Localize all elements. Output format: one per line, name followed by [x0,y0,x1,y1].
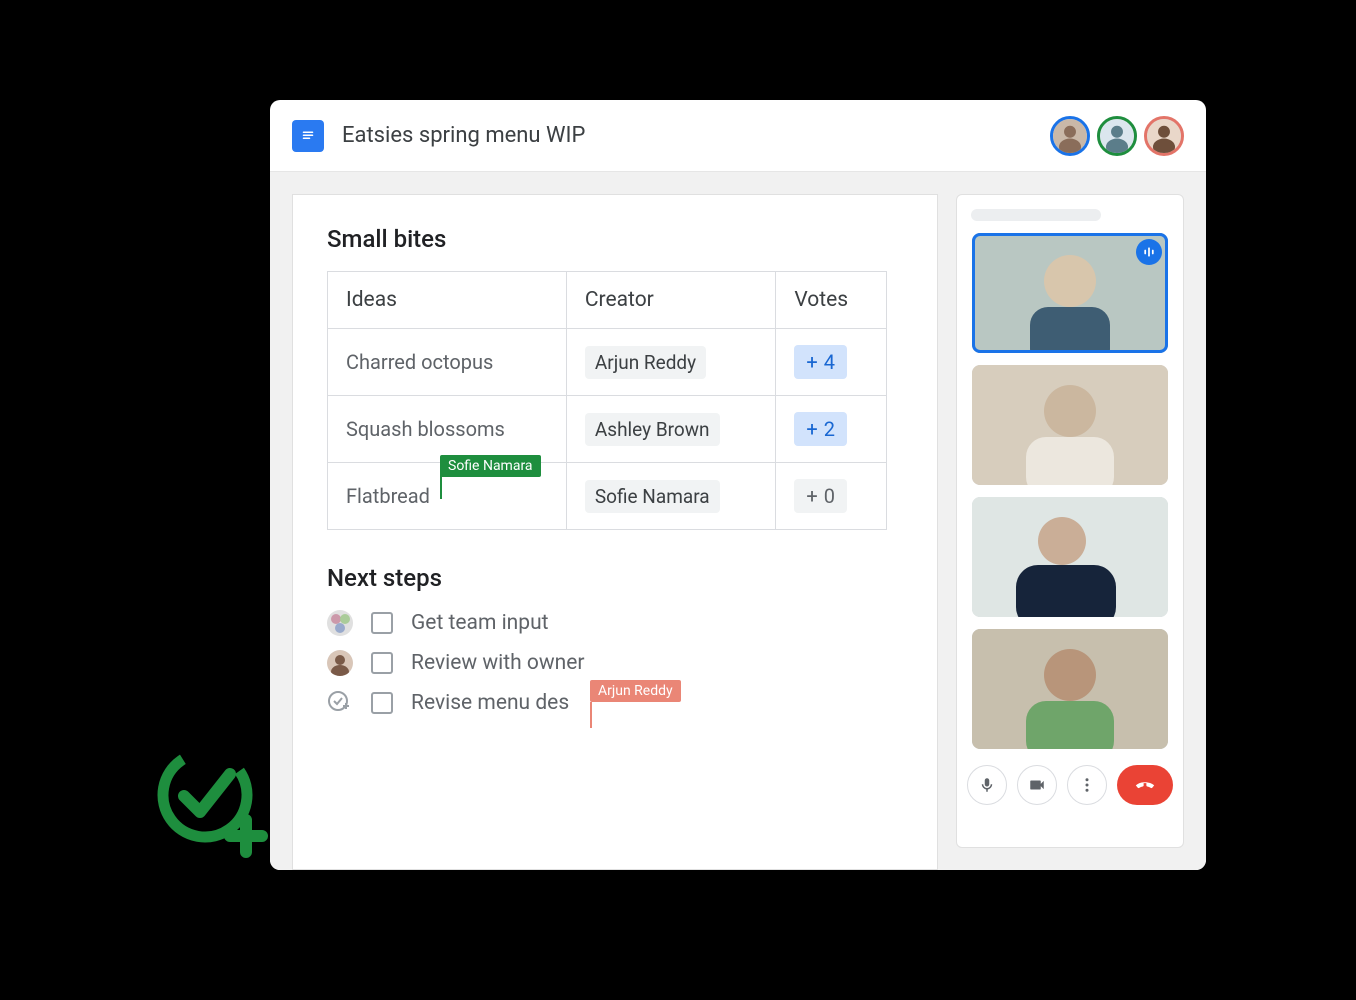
table-row[interactable]: Squash blossoms Ashley Brown +2 [328,396,887,463]
vote-count: 0 [824,484,835,508]
task-text[interactable]: Revise menu des [411,691,569,715]
assignee-group-icon[interactable] [327,610,353,636]
mic-icon [978,776,996,794]
task-checkbox[interactable] [371,692,393,714]
table-row[interactable]: Charred octopus Arjun Reddy +4 [328,329,887,396]
heading-next-steps[interactable]: Next steps [327,564,903,592]
task-text[interactable]: Get team input [411,611,549,635]
meet-title-placeholder [971,209,1101,221]
creator-cell[interactable]: Ashley Brown [566,396,775,463]
collaborator-cursor: Arjun Reddy [590,680,681,699]
header-bar: Eatsies spring menu WIP [270,100,1206,172]
cursor-flag: Sofie Namara [440,455,541,477]
meet-panel [956,194,1184,848]
creator-chip[interactable]: Ashley Brown [585,413,720,446]
plus-icon: + [806,350,817,374]
document-page[interactable]: Small bites Ideas Creator Votes Charred … [292,194,938,870]
document-title[interactable]: Eatsies spring menu WIP [342,123,1032,148]
task-row[interactable]: Get team input [327,610,903,636]
cursor-caret [440,473,442,499]
meet-video-tile[interactable] [972,497,1168,617]
collaborator-cursor: Sofie Namara [440,451,541,475]
col-ideas[interactable]: Ideas [328,272,567,329]
docs-app-icon [292,120,324,152]
presence-avatar[interactable] [1050,116,1090,156]
presence-strip [1050,116,1184,156]
meet-controls [967,765,1173,805]
idea-cell[interactable]: Flatbread Sofie Namara [328,463,567,530]
body: Small bites Ideas Creator Votes Charred … [270,172,1206,870]
cursor-caret [590,702,592,728]
more-vertical-icon [1078,776,1096,794]
camera-icon [1028,776,1046,794]
plus-icon: + [806,417,817,441]
task-checkbox[interactable] [371,612,393,634]
col-votes[interactable]: Votes [776,272,887,329]
assignee-avatar[interactable] [327,650,353,676]
cursor-flag: Arjun Reddy [590,680,681,702]
docs-window: Eatsies spring menu WIP Small bites Idea… [270,100,1206,870]
task-checkbox[interactable] [371,652,393,674]
presence-avatar[interactable] [1144,116,1184,156]
creator-chip[interactable]: Sofie Namara [585,480,720,513]
checklist: Get team input Review with owner [327,610,903,716]
votes-cell[interactable]: +2 [776,396,887,463]
checkmark-plus-badge-icon [150,740,270,860]
vote-count: 2 [824,417,835,441]
camera-button[interactable] [1017,765,1057,805]
hangup-button[interactable] [1117,765,1173,805]
votes-cell[interactable]: +0 [776,463,887,530]
task-row[interactable]: Revise menu des Arjun Reddy [327,690,903,716]
table-row[interactable]: Flatbread Sofie Namara Sofie Namara +0 [328,463,887,530]
col-creator[interactable]: Creator [566,272,775,329]
task-row[interactable]: Review with owner [327,650,903,676]
vote-count: 4 [824,350,835,374]
speaking-indicator-icon [1136,239,1162,265]
more-options-button[interactable] [1067,765,1107,805]
meet-video-tile[interactable] [972,365,1168,485]
vote-chip[interactable]: +0 [794,479,847,513]
creator-cell[interactable]: Sofie Namara [566,463,775,530]
meet-video-tile[interactable] [972,629,1168,749]
creator-cell[interactable]: Arjun Reddy [566,329,775,396]
vote-chip[interactable]: +2 [794,412,847,446]
mic-button[interactable] [967,765,1007,805]
idea-text[interactable]: Flatbread [346,484,430,508]
vote-chip[interactable]: +4 [794,345,847,379]
creator-chip[interactable]: Arjun Reddy [585,346,706,379]
heading-small-bites[interactable]: Small bites [327,225,903,253]
votes-cell[interactable]: +4 [776,329,887,396]
plus-icon: + [806,484,817,508]
ideas-table[interactable]: Ideas Creator Votes Charred octopus Arju… [327,271,887,530]
assign-task-icon[interactable] [327,690,353,716]
document-scroll-area[interactable]: Small bites Ideas Creator Votes Charred … [270,172,938,870]
presence-avatar[interactable] [1097,116,1137,156]
hangup-icon [1134,774,1156,796]
idea-cell[interactable]: Charred octopus [328,329,567,396]
meet-video-tile[interactable] [972,233,1168,353]
task-text[interactable]: Review with owner [411,651,585,675]
